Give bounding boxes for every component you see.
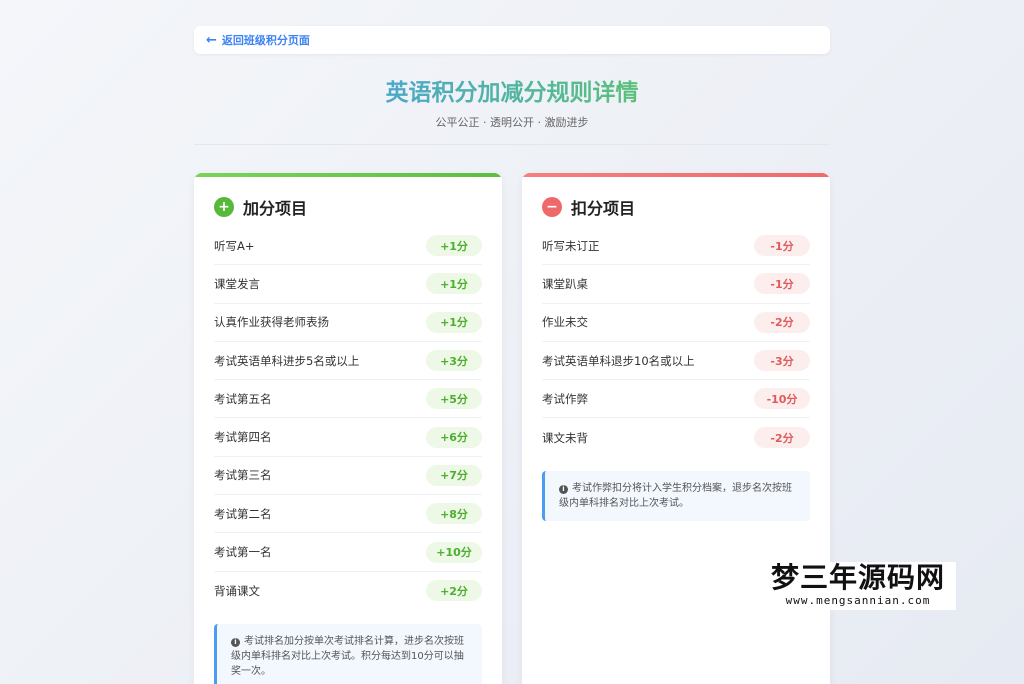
add-points-note: i 考试排名加分按单次考试排名计算，进步名次按班级内单科排名对比上次考试。积分每达… — [214, 623, 482, 684]
add-points-list: 听写A+ +1分 课堂发言 +1分 认真作业获得老师表扬 +1分 考试英语单科进步5名或以上… — [194, 227, 502, 610]
site-watermark: 梦三年源码网 www.mengsannian.com — [760, 562, 956, 610]
rule-name: 背诵课文 — [214, 583, 260, 598]
info-icon: i — [231, 637, 240, 647]
page-container: ← 返回班级积分页面 英语积分加减分规则详情 公平公正 · 透明公开 · 激励进… — [194, 26, 830, 684]
page-subtitle: 公平公正 · 透明公开 · 激励进步 — [435, 116, 589, 129]
points-badge: -2分 — [754, 427, 810, 449]
rule-row: 作业未交 -2分 — [542, 304, 810, 342]
points-badge: +1分 — [426, 311, 482, 333]
rule-name: 听写未订正 — [542, 238, 600, 253]
rule-row: 听写A+ +1分 — [214, 227, 482, 266]
minus-points-note: i 考试作弊扣分将计入学生积分档案，退步名次按班级内单科排名对比上次考试。 — [542, 470, 810, 521]
points-badge: +3分 — [426, 350, 482, 372]
rule-row: 考试第五名 +5分 — [214, 380, 482, 419]
points-badge: -3分 — [754, 350, 810, 372]
points-badge: +1分 — [426, 235, 482, 257]
rule-row: 考试第三名 +7分 — [214, 457, 482, 496]
rule-row: 课堂发言 +1分 — [214, 265, 482, 304]
page-header: 英语积分加减分规则详情 公平公正 · 透明公开 · 激励进步 — [194, 78, 830, 145]
rule-name: 认真作业获得老师表扬 — [214, 315, 329, 330]
info-icon: i — [559, 484, 568, 494]
rule-row: 认真作业获得老师表扬 +1分 — [214, 304, 482, 342]
minus-points-list: 听写未订正 -1分 课堂趴桌 -1分 作业未交 -2分 考试英语单科退步10名或以上 -3分考… — [522, 227, 830, 457]
points-badge: -1分 — [754, 273, 810, 295]
rule-row: 课堂趴桌 -1分 — [542, 265, 810, 304]
points-badge: +1分 — [426, 273, 482, 295]
arrow-left-icon: ← — [206, 32, 217, 48]
card-title: 加分项目 — [243, 199, 308, 218]
card-header: − 扣分项目 — [522, 177, 830, 227]
rules-cards: + 加分项目 听写A+ +1分 课堂发言 +1分 认真作业获得老师表扬 +1分 考试英语单科… — [194, 173, 830, 684]
watermark-url: www.mengsannian.com — [785, 594, 931, 607]
back-to-class-points-link[interactable]: ← 返回班级积分页面 — [194, 26, 830, 54]
rule-name: 考试英语单科进步5名或以上 — [214, 353, 360, 368]
points-badge: +10分 — [426, 541, 482, 563]
rule-name: 考试作弊 — [542, 391, 588, 406]
rule-name: 考试第二名 — [214, 506, 272, 521]
points-badge: -1分 — [754, 235, 810, 257]
plus-circle-icon: + — [214, 197, 234, 217]
rule-name: 考试第三名 — [214, 468, 272, 483]
points-badge: +8分 — [426, 503, 482, 525]
rule-row: 考试第一名 +10分 — [214, 533, 482, 572]
rule-name: 课堂趴桌 — [542, 276, 588, 291]
rule-row: 课文未背 -2分 — [542, 418, 810, 456]
points-badge: -10分 — [754, 388, 810, 410]
card-title: 扣分项目 — [571, 199, 636, 218]
rule-name: 考试第一名 — [214, 545, 272, 560]
points-badge: +7分 — [426, 464, 482, 486]
rule-row: 考试作弊 -10分 — [542, 380, 810, 419]
page-title: 英语积分加减分规则详情 — [385, 80, 639, 106]
add-points-card: + 加分项目 听写A+ +1分 课堂发言 +1分 认真作业获得老师表扬 +1分 考试英语单科… — [194, 173, 502, 684]
watermark-title: 梦三年源码网 — [770, 561, 945, 594]
points-badge: +6分 — [426, 426, 482, 448]
back-link-label: 返回班级积分页面 — [221, 34, 310, 47]
rule-row: 考试英语单科进步5名或以上 +3分 — [214, 342, 482, 381]
note-text: 考试作弊扣分将计入学生积分档案，退步名次按班级内单科排名对比上次考试。 — [559, 482, 792, 509]
rule-row: 听写未订正 -1分 — [542, 227, 810, 266]
points-badge: +5分 — [426, 388, 482, 410]
rule-name: 课堂发言 — [214, 276, 260, 291]
card-header: + 加分项目 — [194, 177, 502, 227]
rule-name: 听写A+ — [214, 238, 255, 253]
rule-name: 考试第四名 — [214, 430, 272, 445]
rule-row: 考试第四名 +6分 — [214, 418, 482, 457]
rule-name: 作业未交 — [542, 315, 588, 330]
rule-row: 考试第二名 +8分 — [214, 495, 482, 534]
rule-name: 考试英语单科退步10名或以上 — [542, 353, 695, 368]
rule-name: 课文未背 — [542, 430, 588, 445]
rule-row: 背诵课文 +2分 — [214, 572, 482, 610]
rule-name: 考试第五名 — [214, 391, 272, 406]
points-badge: -2分 — [754, 311, 810, 333]
rule-row: 考试英语单科退步10名或以上 -3分 — [542, 342, 810, 381]
minus-circle-icon: − — [542, 197, 562, 217]
points-badge: +2分 — [426, 580, 482, 602]
note-text: 考试排名加分按单次考试排名计算，进步名次按班级内单科排名对比上次考试。积分每达到… — [231, 635, 464, 677]
